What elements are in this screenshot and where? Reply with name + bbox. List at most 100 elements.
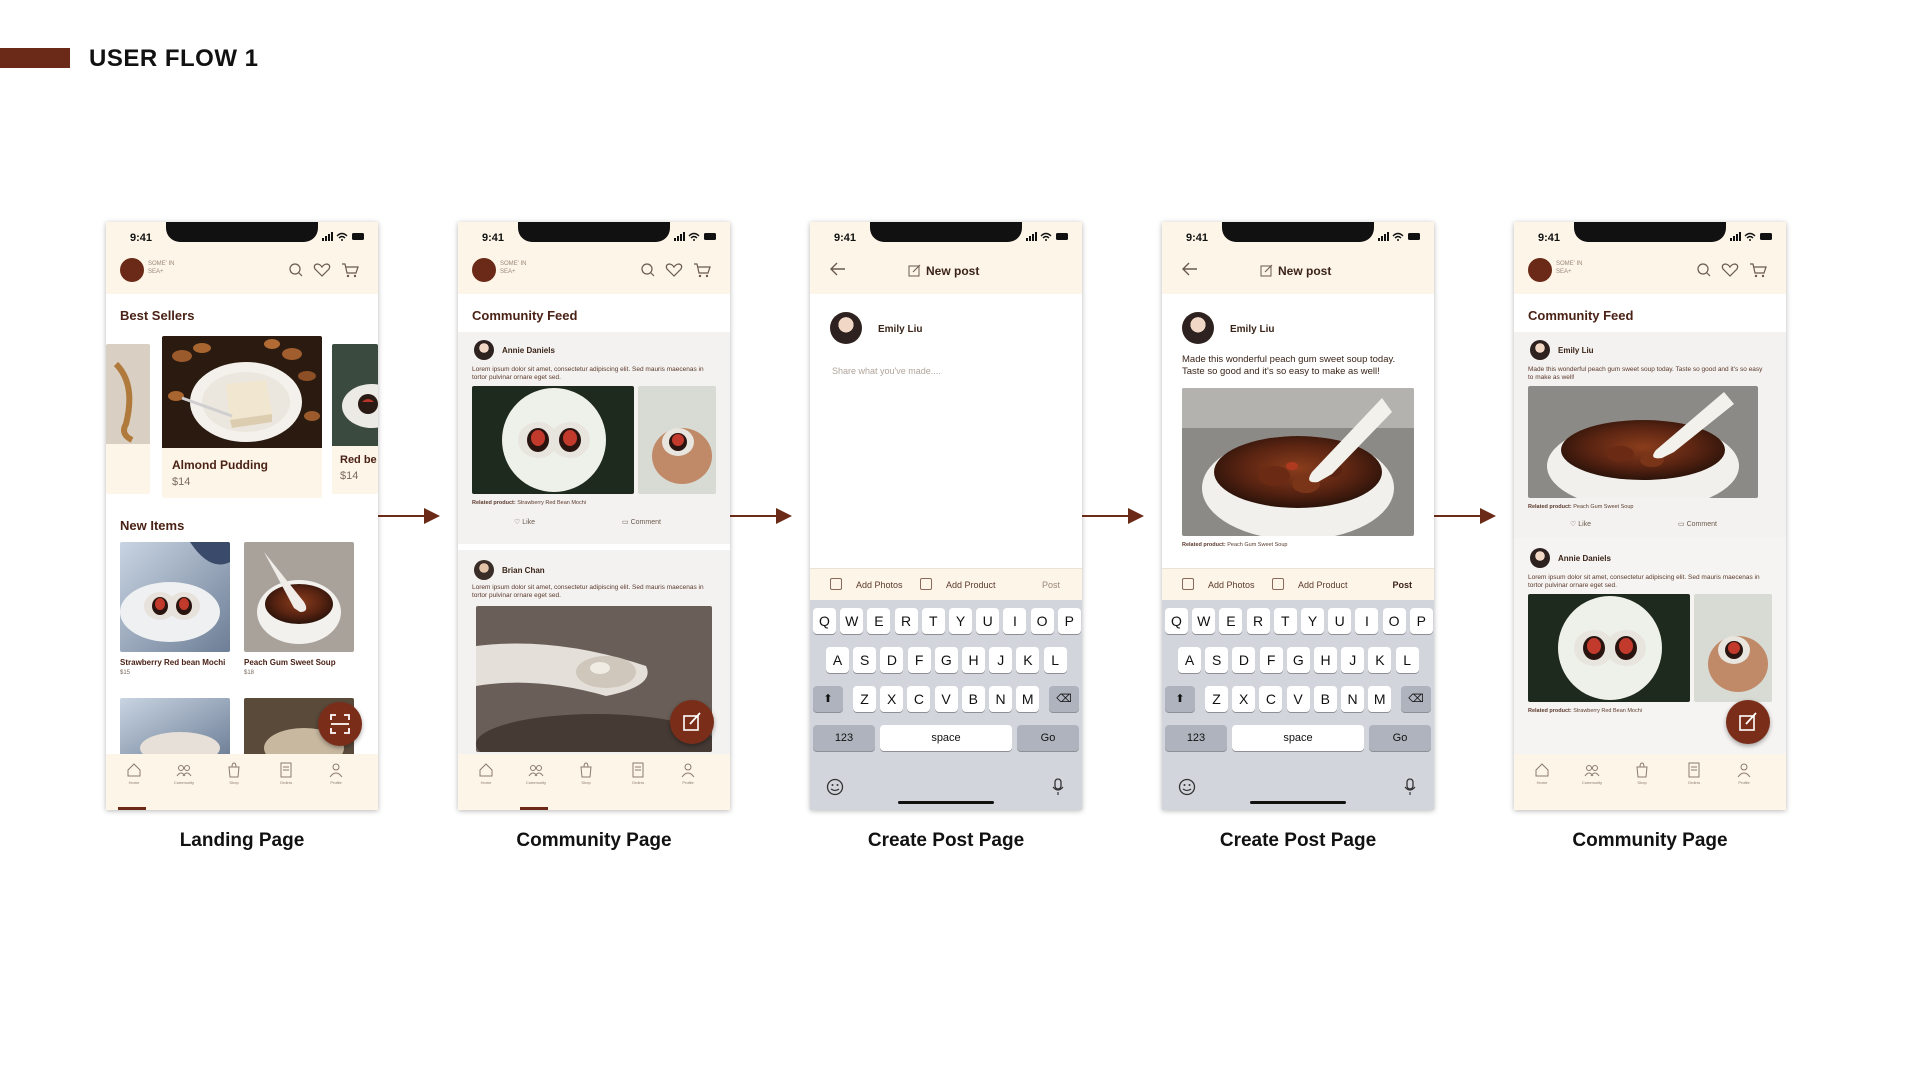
back-arrow-icon[interactable] [830, 262, 846, 276]
shift-key[interactable]: ⬆ [813, 686, 843, 712]
avatar[interactable] [474, 560, 494, 580]
tab-profile[interactable]: Profile [668, 762, 708, 785]
key-r[interactable]: R [894, 608, 918, 634]
key-i[interactable]: I [1355, 608, 1379, 634]
key-m[interactable]: M [1368, 686, 1392, 712]
post-photo-main[interactable] [1528, 386, 1758, 498]
related-product[interactable]: Related product: Strawberry Red Bean Moc… [472, 500, 586, 506]
brand-logo[interactable] [1528, 258, 1552, 282]
key-w[interactable]: W [840, 608, 864, 634]
avatar[interactable] [1530, 548, 1550, 568]
post-author[interactable]: Brian Chan [502, 566, 545, 575]
add-photos-button[interactable]: Add Photos [1208, 580, 1255, 590]
cart-icon[interactable] [1750, 263, 1767, 278]
related-product[interactable]: Related product: Strawberry Red Bean Moc… [1528, 708, 1642, 714]
avatar[interactable] [474, 340, 494, 360]
key-q[interactable]: Q [813, 608, 836, 634]
product-card-peach-gum[interactable] [244, 542, 354, 652]
key-c[interactable]: C [907, 686, 931, 712]
brand-logo[interactable] [472, 258, 496, 282]
post-photo-main[interactable] [1528, 594, 1690, 702]
key-q[interactable]: Q [1165, 608, 1188, 634]
shift-key[interactable]: ⬆ [1165, 686, 1195, 712]
key-o[interactable]: O [1382, 608, 1406, 634]
backspace-key[interactable]: ⌫ [1049, 686, 1079, 712]
search-icon[interactable] [1697, 263, 1711, 277]
go-key[interactable]: Go [1369, 725, 1431, 751]
space-key[interactable]: space [880, 725, 1012, 751]
key-y[interactable]: Y [1301, 608, 1324, 634]
like-button[interactable]: ♡ Like [514, 518, 535, 526]
scan-button[interactable] [318, 702, 362, 746]
key-p[interactable]: P [1409, 608, 1433, 634]
tab-community[interactable]: Community [164, 762, 204, 785]
key-f[interactable]: F [1259, 647, 1283, 673]
tab-shop[interactable]: Shop [214, 762, 254, 785]
emoji-icon[interactable] [826, 778, 844, 796]
space-key[interactable]: space [1232, 725, 1364, 751]
tab-orders[interactable]: Orders [618, 762, 658, 785]
tab-home[interactable]: Home [1522, 762, 1562, 785]
add-product-button[interactable]: Add Product [946, 580, 996, 590]
key-x[interactable]: X [1232, 686, 1256, 712]
tab-shop[interactable]: Shop [1622, 762, 1662, 785]
key-l[interactable]: L [1395, 647, 1419, 673]
key-a[interactable]: A [826, 647, 849, 673]
key-s[interactable]: S [1205, 647, 1229, 673]
back-arrow-icon[interactable] [1182, 262, 1198, 276]
key-m[interactable]: M [1016, 686, 1040, 712]
key-p[interactable]: P [1057, 608, 1081, 634]
key-v[interactable]: V [934, 686, 958, 712]
product-card-peek-right[interactable]: Red be $14 [332, 344, 378, 494]
key-t[interactable]: T [921, 608, 945, 634]
comment-button[interactable]: ▭ Comment [622, 518, 661, 526]
product-card-tea[interactable] [120, 698, 230, 758]
key-j[interactable]: J [989, 647, 1013, 673]
tab-community[interactable]: Community [1572, 762, 1612, 785]
key-z[interactable]: Z [853, 686, 876, 712]
key-y[interactable]: Y [949, 608, 972, 634]
related-product[interactable]: Related product: Peach Gum Sweet Soup [1528, 504, 1633, 510]
numbers-key[interactable]: 123 [813, 725, 875, 751]
key-s[interactable]: S [853, 647, 877, 673]
key-w[interactable]: W [1192, 608, 1216, 634]
post-photo-main[interactable] [472, 386, 634, 494]
key-d[interactable]: D [1232, 647, 1256, 673]
key-o[interactable]: O [1030, 608, 1054, 634]
tab-community[interactable]: Community [516, 762, 556, 785]
avatar[interactable] [1530, 340, 1550, 360]
product-card-mochi[interactable] [120, 542, 230, 652]
tab-profile[interactable]: Profile [1724, 762, 1764, 785]
key-l[interactable]: L [1043, 647, 1067, 673]
key-n[interactable]: N [1341, 686, 1364, 712]
key-i[interactable]: I [1003, 608, 1027, 634]
key-v[interactable]: V [1286, 686, 1310, 712]
post-photo-secondary[interactable] [638, 386, 716, 494]
microphone-icon[interactable] [1052, 778, 1064, 796]
post-author[interactable]: Annie Daniels [1558, 554, 1611, 563]
post-text-input[interactable]: Made this wonderful peach gum sweet soup… [1182, 354, 1418, 378]
related-product[interactable]: Related product: Peach Gum Sweet Soup [1182, 542, 1287, 548]
post-photo-secondary[interactable] [1694, 594, 1772, 702]
key-a[interactable]: A [1178, 647, 1201, 673]
key-u[interactable]: U [1328, 608, 1352, 634]
key-h[interactable]: H [1314, 647, 1337, 673]
post-text-input[interactable]: Share what you've made.... [832, 366, 941, 376]
attached-photo[interactable] [1182, 388, 1414, 536]
post-author[interactable]: Annie Daniels [502, 346, 555, 355]
go-key[interactable]: Go [1017, 725, 1079, 751]
cart-icon[interactable] [342, 263, 359, 278]
product-card-peek-left[interactable] [106, 344, 150, 494]
search-icon[interactable] [641, 263, 655, 277]
post-button[interactable]: Post [1392, 580, 1412, 590]
create-post-button[interactable] [670, 700, 714, 744]
tab-profile[interactable]: Profile [316, 762, 356, 785]
post-button[interactable]: Post [1042, 580, 1060, 590]
search-icon[interactable] [289, 263, 303, 277]
heart-icon[interactable] [665, 263, 683, 277]
key-x[interactable]: X [880, 686, 904, 712]
tab-home[interactable]: Home [466, 762, 506, 785]
comment-button[interactable]: ▭ Comment [1678, 520, 1717, 528]
key-d[interactable]: D [880, 647, 904, 673]
key-r[interactable]: R [1246, 608, 1270, 634]
